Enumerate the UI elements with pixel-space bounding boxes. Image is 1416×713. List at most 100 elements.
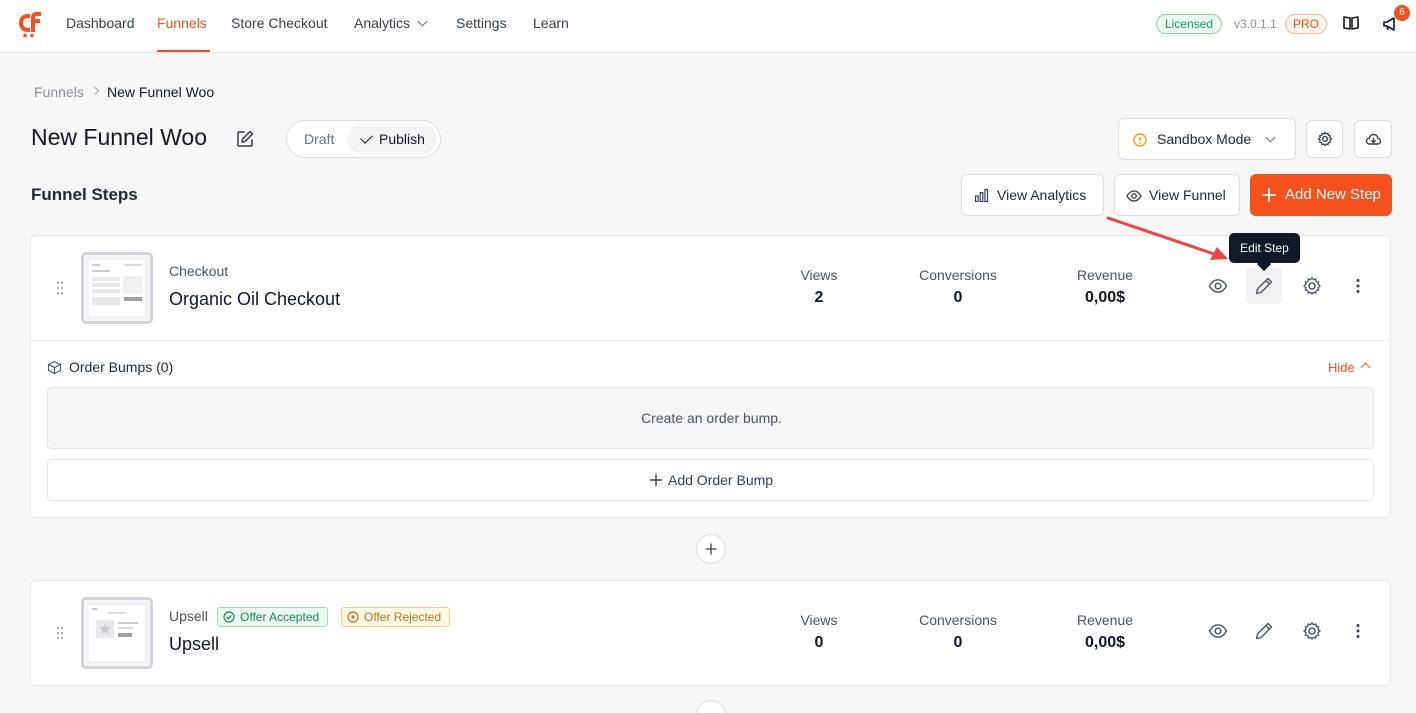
revenue-label: Revenue [1076,612,1134,628]
checkout-page-preview-icon [87,258,147,318]
plus-icon [1262,188,1276,202]
sandbox-info-icon [1133,133,1147,147]
sandbox-mode-label: Sandbox Mode [1157,131,1252,147]
breadcrumb-funnels[interactable]: Funnels [34,84,84,100]
step-settings-button[interactable] [1294,613,1330,649]
bar-chart-icon [974,188,989,203]
step-more-button[interactable] [1340,613,1376,649]
logo-icon[interactable] [16,10,44,38]
status-draft-option[interactable]: Draft [304,131,334,147]
status-publish-option[interactable]: Publish [347,124,437,154]
eye-icon [1126,190,1142,202]
status-publish-label: Publish [379,131,425,147]
conversions-label: Conversions [919,612,997,628]
notification-count-badge: 6 [1394,5,1410,21]
nav-settings[interactable]: Settings [456,0,507,52]
nav-dashboard[interactable]: Dashboard [66,0,135,52]
conversions-label: Conversions [919,267,997,283]
more-vertical-icon [1356,279,1360,293]
order-bump-empty-text: Create an order bump. [641,410,782,426]
eye-icon [1208,279,1228,293]
step-thumbnail[interactable] [81,597,153,669]
drag-handle-icon[interactable] [56,281,64,295]
card-divider [31,340,1390,341]
conversions-value: 0 [953,634,963,651]
breadcrumb-separator-icon [90,86,100,96]
plus-icon [649,473,663,487]
view-funnel-label: View Funnel [1149,187,1226,203]
more-vertical-icon [1356,624,1360,638]
pencil-icon [1255,277,1273,295]
views-value: 0 [814,634,824,651]
step-settings-button[interactable] [1294,268,1330,304]
offer-accepted-label: Offer Accepted [240,610,320,624]
insert-step-button[interactable] [696,700,726,713]
insert-step-button[interactable] [696,534,726,564]
plus-icon [705,543,717,555]
preview-step-button[interactable] [1200,268,1236,304]
revenue-value: 0,00$ [1084,634,1126,651]
step-more-button[interactable] [1340,268,1376,304]
gear-icon [1303,277,1321,295]
gear-icon [1317,131,1333,147]
offer-accepted-badge[interactable]: Offer Accepted [217,607,329,627]
chevron-down-icon [1265,132,1276,143]
hide-order-bumps-link[interactable]: Hide [1328,360,1355,375]
step-type-label: Checkout [169,263,229,279]
nav-learn[interactable]: Learn [533,0,569,52]
view-analytics-label: View Analytics [997,187,1087,203]
nav-funnels[interactable]: Funnels [157,0,210,52]
eye-icon [1208,624,1228,638]
edit-step-tooltip: Edit Step [1229,233,1300,263]
nav-store-checkout[interactable]: Store Checkout [231,0,328,52]
version-label: v3.0.1.1 [1234,17,1277,31]
offer-rejected-label: Offer Rejected [364,610,442,624]
funnel-settings-button[interactable] [1306,120,1343,158]
license-badge: Licensed [1156,14,1223,34]
red-arrow-annotation-icon [1106,216,1228,260]
step-card-upsell [30,580,1391,686]
step-thumbnail[interactable] [81,252,153,324]
book-icon[interactable] [1342,14,1360,32]
pencil-icon [1255,622,1273,640]
revenue-value: 0,00$ [1084,289,1126,306]
add-new-step-button[interactable]: Add New Step [1250,174,1392,216]
x-circle-icon [347,611,359,623]
order-bump-empty-state: Create an order bump. [47,387,1374,449]
add-order-bump-label: Add Order Bump [668,472,774,488]
nav-analytics-label: Analytics [354,15,411,31]
page-title: New Funnel Woo [31,124,207,150]
step-name[interactable]: Upsell [169,634,219,655]
gear-icon [1303,622,1321,640]
check-circle-icon [223,611,235,623]
add-new-step-label: Add New Step [1285,186,1381,203]
export-button[interactable] [1354,120,1392,158]
edit-step-button[interactable] [1246,613,1282,649]
drag-handle-icon[interactable] [56,626,64,640]
nav-analytics[interactable]: Analytics [354,0,428,52]
conversions-value: 0 [953,289,963,306]
top-navigation: Dashboard Funnels Store Checkout Analyti… [0,0,1416,53]
funnel-steps-title: Funnel Steps [31,185,138,204]
edit-icon[interactable] [235,129,255,149]
preview-step-button[interactable] [1200,613,1236,649]
order-bumps-title: Order Bumps (0) [69,359,174,375]
pro-badge: PRO [1285,14,1328,34]
status-toggle: Draft Publish [286,120,441,158]
offer-rejected-badge[interactable]: Offer Rejected [341,607,451,627]
breadcrumb-current: New Funnel Woo [107,84,215,100]
sandbox-mode-dropdown[interactable]: Sandbox Mode [1118,118,1296,160]
views-value: 2 [814,289,824,306]
views-label: Views [800,612,838,628]
chevron-down-icon [417,16,428,27]
edit-step-button[interactable] [1246,268,1282,304]
box-icon [47,360,62,375]
step-name[interactable]: Organic Oil Checkout [169,289,340,310]
upsell-page-preview-icon [87,603,147,663]
add-order-bump-button[interactable]: Add Order Bump [47,459,1374,501]
check-icon [360,131,373,144]
views-label: Views [800,267,838,283]
cloud-download-icon [1365,133,1382,145]
view-analytics-button[interactable]: View Analytics [961,174,1104,216]
step-type-label: Upsell [169,608,208,624]
